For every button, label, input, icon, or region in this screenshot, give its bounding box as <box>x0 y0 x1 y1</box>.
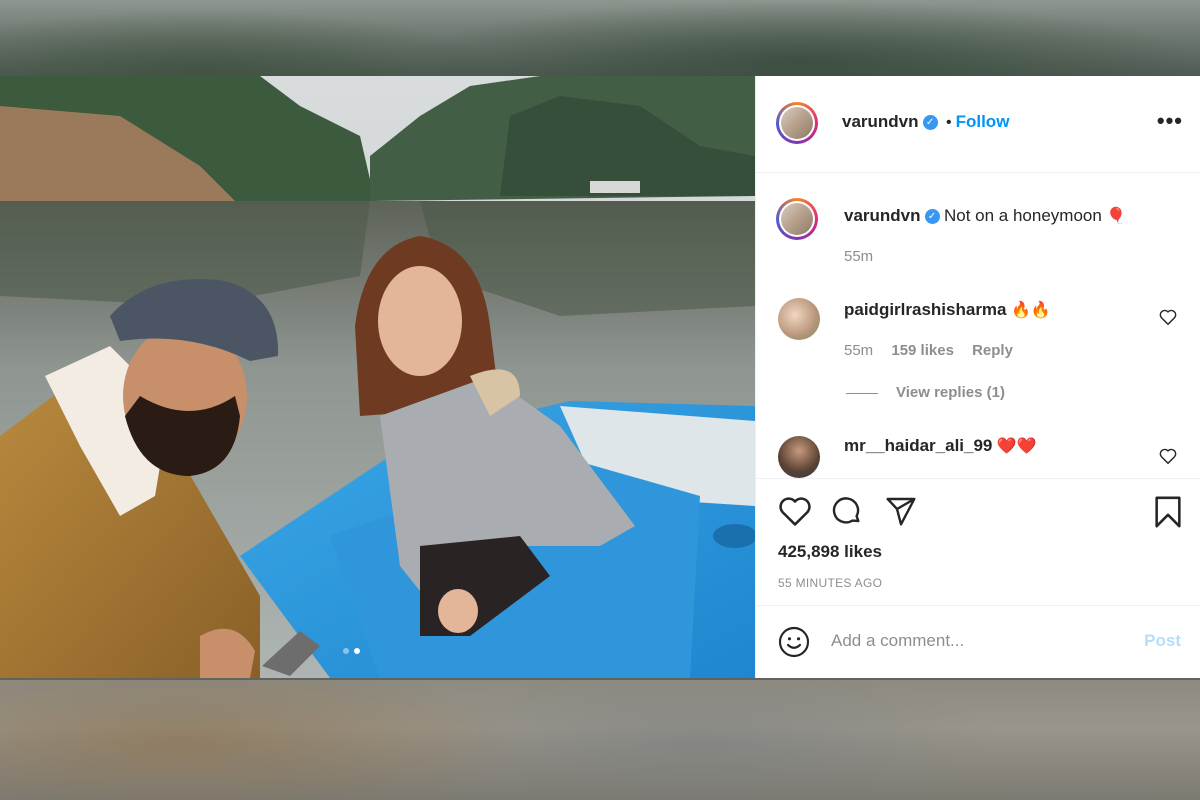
commenter-avatar[interactable] <box>778 298 820 340</box>
post-comment-button[interactable]: Post <box>1144 631 1181 651</box>
caption-username[interactable]: varundvn <box>844 206 921 225</box>
reply-button[interactable]: Reply <box>972 342 1013 359</box>
author-username[interactable]: varundvn <box>842 112 919 131</box>
comment-1: paidgirlrashisharma 🔥🔥 <box>844 300 1051 320</box>
follow-button[interactable]: Follow <box>956 112 1010 131</box>
more-options-icon[interactable]: ••• <box>1157 108 1183 134</box>
verified-icon: ✓ <box>924 209 940 225</box>
author-avatar[interactable] <box>776 102 818 144</box>
comment-time[interactable]: 55m <box>844 342 873 359</box>
caption: varundvn ✓ Not on a honeymoon 🎈 <box>844 206 1126 226</box>
caption-avatar[interactable] <box>776 198 818 240</box>
like-comment-heart-icon[interactable] <box>1159 448 1177 464</box>
comment-likes[interactable]: 159 likes <box>891 342 954 359</box>
carousel-dot <box>343 648 349 654</box>
comment-2-clip: mr__haidar_ali_99 ❤️❤️ <box>756 426 1200 478</box>
author-line: varundvn ✓ • Follow <box>842 112 1009 132</box>
comment-composer: Add a comment... Post <box>756 604 1200 678</box>
comment-1-meta: 55m 159 likes Reply <box>844 342 1027 359</box>
replies-divider <box>846 392 878 394</box>
separator-bullet: • <box>945 114 952 131</box>
carousel-indicator <box>343 648 360 654</box>
likes-count[interactable]: 425,898 likes <box>778 542 882 562</box>
post-timestamp[interactable]: 55 MINUTES AGO <box>778 576 882 590</box>
comment-text: 🔥🔥 <box>1010 302 1051 319</box>
comment-text: ❤️❤️ <box>996 438 1037 455</box>
verified-icon: ✓ <box>922 115 938 131</box>
post-header: varundvn ✓ • Follow ••• <box>756 76 1200 173</box>
comment-username[interactable]: paidgirlrashisharma <box>844 300 1007 319</box>
caption-text: Not on a honeymoon <box>943 206 1102 225</box>
background-bottom <box>0 680 1200 800</box>
post-photo[interactable] <box>0 76 755 678</box>
background-top <box>0 0 1200 76</box>
view-replies-label: View replies (1) <box>896 384 1005 401</box>
emoji-smiley-icon[interactable] <box>778 626 810 658</box>
post-panel: varundvn ✓ • Follow ••• varundvn ✓ Not on a… <box>755 76 1200 678</box>
view-replies-button[interactable]: View replies (1) <box>846 384 1005 401</box>
save-bookmark-icon[interactable] <box>1153 495 1183 529</box>
like-heart-icon[interactable] <box>778 495 812 527</box>
post-actions: 425,898 likes 55 MINUTES AGO <box>756 478 1200 606</box>
balloon-emoji: 🎈 <box>1106 208 1127 225</box>
share-paper-plane-icon[interactable] <box>884 495 918 527</box>
comment-username[interactable]: mr__haidar_ali_99 <box>844 436 992 455</box>
carousel-dot-active <box>354 648 360 654</box>
caption-time[interactable]: 55m <box>844 248 873 265</box>
photo-illustration <box>0 76 755 678</box>
add-comment-input[interactable]: Add a comment... <box>831 631 964 651</box>
comment-bubble-icon[interactable] <box>830 495 864 527</box>
comment-2: mr__haidar_ali_99 ❤️❤️ <box>844 436 1037 456</box>
like-comment-heart-icon[interactable] <box>1159 309 1177 325</box>
commenter-avatar[interactable] <box>778 436 820 478</box>
